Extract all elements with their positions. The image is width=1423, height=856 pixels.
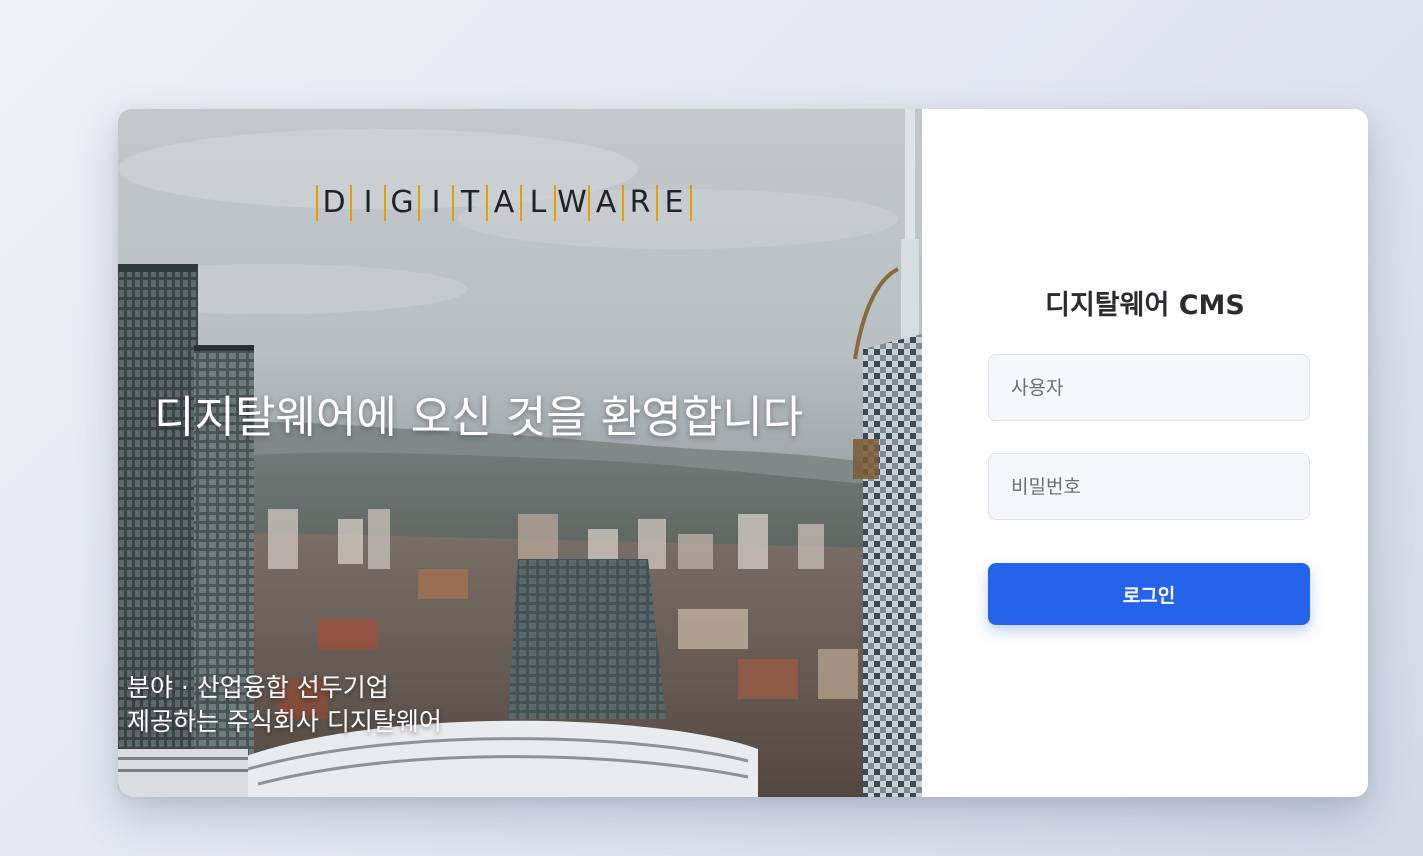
company-tagline: 션 분야 · 산업융합 선두기업 을 제공하는 주식회사 디지탈웨어 [118, 671, 442, 739]
logo-letter: R [624, 185, 658, 221]
username-input[interactable] [988, 354, 1310, 421]
welcome-heading: 디지탈웨어에 오신 것을 환영합니다 [154, 392, 804, 443]
logo-letter: A [590, 185, 624, 221]
digitalware-logo: D I G I T A L W A R E [316, 185, 692, 221]
logo-letter: I [420, 185, 454, 221]
logo-letter: E [658, 185, 692, 221]
login-button[interactable]: 로그인 [988, 563, 1310, 625]
logo-letter: G [386, 185, 420, 221]
logo-letter: A [488, 185, 522, 221]
password-input[interactable] [988, 453, 1310, 520]
hero-panel: D I G I T A L W A R E 디지탈웨어에 오신 것을 환영합니다… [118, 109, 922, 797]
logo-letter: D [318, 185, 352, 221]
tagline-line-2: 을 제공하는 주식회사 디지탈웨어 [118, 707, 442, 736]
login-card: D I G I T A L W A R E 디지탈웨어에 오신 것을 환영합니다… [118, 109, 1368, 797]
login-panel: 디지탈웨어 CMS 로그인 [922, 109, 1368, 797]
tagline-line-1: 션 분야 · 산업융합 선두기업 [118, 673, 389, 702]
logo-letter: L [522, 185, 556, 221]
logo-letter: I [352, 185, 386, 221]
login-title: 디지탈웨어 CMS [1045, 290, 1245, 321]
logo-letter: W [556, 185, 590, 221]
logo-letter: T [454, 185, 488, 221]
